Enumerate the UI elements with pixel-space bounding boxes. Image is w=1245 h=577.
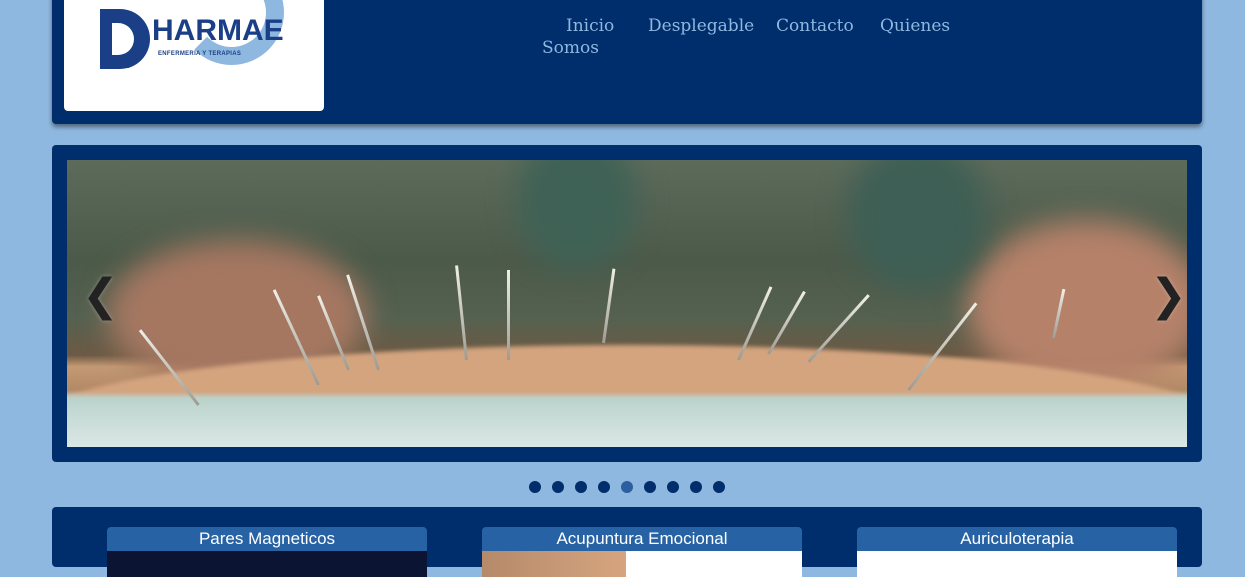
slider-dot-2[interactable] — [552, 481, 564, 493]
main-nav: Inicio Desplegable Contacto Quienes Somo… — [52, 0, 1202, 124]
nav-item-inicio[interactable]: Inicio — [566, 16, 614, 36]
slider-dot-9[interactable] — [713, 481, 725, 493]
nav-item-quienes[interactable]: Quienes — [880, 16, 950, 36]
towel — [67, 395, 1187, 447]
card-title[interactable]: Pares Magneticos — [107, 527, 427, 551]
needle — [507, 270, 510, 360]
slider-dot-6[interactable] — [644, 481, 656, 493]
card-image — [482, 551, 802, 577]
blurred-background-right — [847, 160, 987, 290]
services-panel: Pares Magneticos Acupuntura Emocional Au… — [52, 507, 1202, 577]
service-card-auriculoterapia[interactable]: Auriculoterapia — [857, 527, 1177, 577]
nav-item-contacto[interactable]: Contacto — [776, 16, 854, 36]
card-image — [107, 551, 427, 577]
slider-dot-1[interactable] — [529, 481, 541, 493]
slider-dot-8[interactable] — [690, 481, 702, 493]
needle — [455, 265, 468, 361]
card-title[interactable]: Auriculoterapia — [857, 527, 1177, 551]
image-slider: ❮ ❯ — [52, 145, 1202, 462]
site-header: HARMAE ENFERMERIA Y TERAPIAS Inicio Desp… — [52, 0, 1202, 124]
service-card-pares-magneticos[interactable]: Pares Magneticos — [107, 527, 427, 577]
nav-item-somos[interactable]: Somos — [542, 38, 599, 58]
slider-dot-3[interactable] — [575, 481, 587, 493]
needle — [602, 268, 616, 344]
slider-dot-7[interactable] — [667, 481, 679, 493]
card-title[interactable]: Acupuntura Emocional — [482, 527, 802, 551]
slider-dot-5-active[interactable] — [621, 481, 633, 493]
card-image — [857, 551, 1177, 577]
blurred-background-left — [517, 160, 637, 270]
slide-image-acupuncture — [67, 160, 1187, 447]
nav-item-desplegable[interactable]: Desplegable — [648, 16, 754, 36]
slider-prev-arrow-icon[interactable]: ❮ — [82, 270, 119, 321]
needle — [767, 290, 806, 355]
slider-next-arrow-icon[interactable]: ❯ — [1150, 270, 1187, 321]
slider-dot-4[interactable] — [598, 481, 610, 493]
service-card-acupuntura-emocional[interactable]: Acupuntura Emocional — [482, 527, 802, 577]
